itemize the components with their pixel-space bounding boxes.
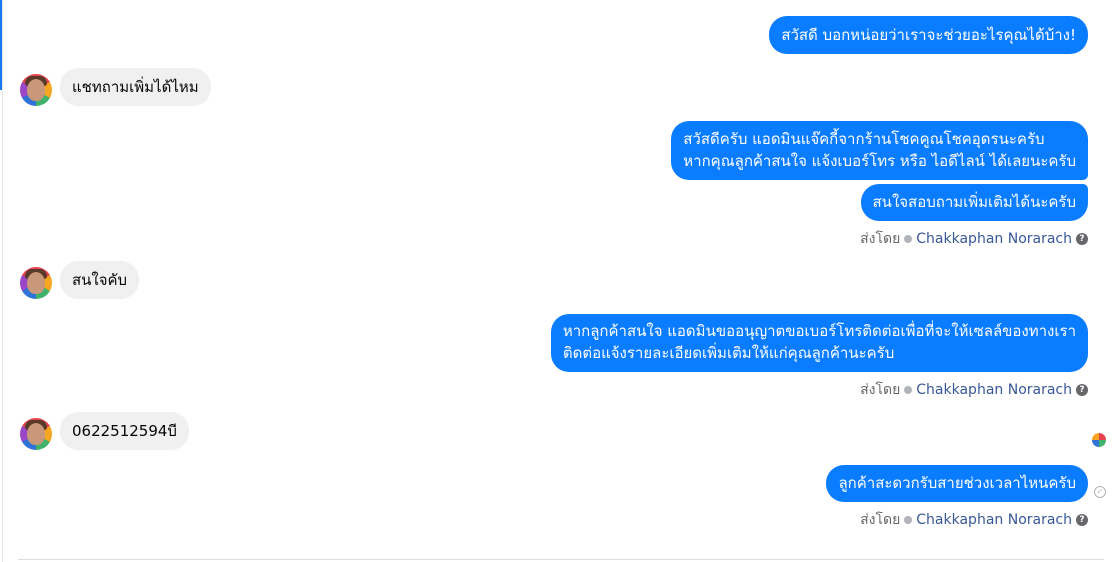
- message-line: หากลูกค้าสนใจ แอดมินขออนุญาตขอเบอร์โทรติ…: [562, 322, 1076, 340]
- incoming-message[interactable]: สนใจคับ: [60, 261, 140, 299]
- sender-name[interactable]: Chakkaphan Norarach: [916, 231, 1072, 247]
- incoming-message[interactable]: 0622512594บี: [60, 412, 189, 450]
- panel-divider: [2, 0, 3, 562]
- outgoing-message[interactable]: สวัสดีครับ แอดมินแจ๊คกี้จากร้านโชคคูณโชค…: [671, 121, 1088, 180]
- verified-check-icon: [904, 516, 913, 524]
- user-avatar-icon[interactable]: [20, 418, 52, 450]
- sent-by-prefix: ส่งโดย: [860, 512, 901, 528]
- message-text: แชทถามเพิ่มได้ไหม: [72, 78, 199, 96]
- message-line: หากคุณลูกค้าสนใจ แจ้งเบอร์โทร หรือ ไอดีไ…: [683, 152, 1076, 170]
- message-text: สนใจสอบถามเพิ่มเติมได้นะครับ: [872, 193, 1076, 211]
- outgoing-message[interactable]: ลูกค้าสะดวกรับสายช่วงเวลาไหนครับ: [826, 465, 1088, 502]
- incoming-message[interactable]: แชทถามเพิ่มได้ไหม: [60, 68, 211, 106]
- help-icon[interactable]: ?: [1076, 233, 1088, 245]
- verified-check-icon: [904, 386, 913, 394]
- message-text: ลูกค้าสะดวกรับสายช่วงเวลาไหนครับ: [838, 474, 1076, 492]
- outgoing-message[interactable]: สนใจสอบถามเพิ่มเติมได้นะครับ: [860, 184, 1088, 221]
- user-avatar-icon[interactable]: [20, 267, 52, 299]
- message-text: สนใจคับ: [72, 271, 128, 289]
- verified-check-icon: [904, 235, 913, 243]
- message-line: สวัสดีครับ แอดมินแจ๊คกี้จากร้านโชคคูณโชค…: [683, 130, 1045, 148]
- sent-by-label: ส่งโดย Chakkaphan Norarach ?: [860, 509, 1088, 531]
- message-text: สวัสดี บอกหน่อยว่าเราจะช่วยอะไรคุณได้บ้า…: [781, 26, 1076, 44]
- seen-avatar-icon: [1092, 433, 1106, 447]
- message-text: 0622512594บี: [72, 422, 177, 440]
- sender-name[interactable]: Chakkaphan Norarach: [916, 382, 1072, 398]
- sent-check-icon: ✓: [1094, 486, 1106, 498]
- outgoing-message[interactable]: หากลูกค้าสนใจ แอดมินขออนุญาตขอเบอร์โทรติ…: [550, 314, 1088, 372]
- sent-by-prefix: ส่งโดย: [860, 231, 901, 247]
- chat-thread: สวัสดี บอกหน่อยว่าเราจะช่วยอะไรคุณได้บ้า…: [0, 0, 1114, 562]
- sent-by-label: ส่งโดย Chakkaphan Norarach ?: [860, 379, 1088, 401]
- help-icon[interactable]: ?: [1076, 384, 1088, 396]
- sender-name[interactable]: Chakkaphan Norarach: [916, 512, 1072, 528]
- composer-divider: [18, 559, 1104, 560]
- message-line: ติดต่อแจ้งรายละเอียดเพิ่มเติมให้แก่คุณลู…: [562, 344, 895, 362]
- sent-by-prefix: ส่งโดย: [860, 382, 901, 398]
- user-avatar-icon[interactable]: [20, 74, 52, 106]
- outgoing-message[interactable]: สวัสดี บอกหน่อยว่าเราจะช่วยอะไรคุณได้บ้า…: [769, 16, 1088, 54]
- sent-by-label: ส่งโดย Chakkaphan Norarach ?: [860, 228, 1088, 250]
- help-icon[interactable]: ?: [1076, 514, 1088, 526]
